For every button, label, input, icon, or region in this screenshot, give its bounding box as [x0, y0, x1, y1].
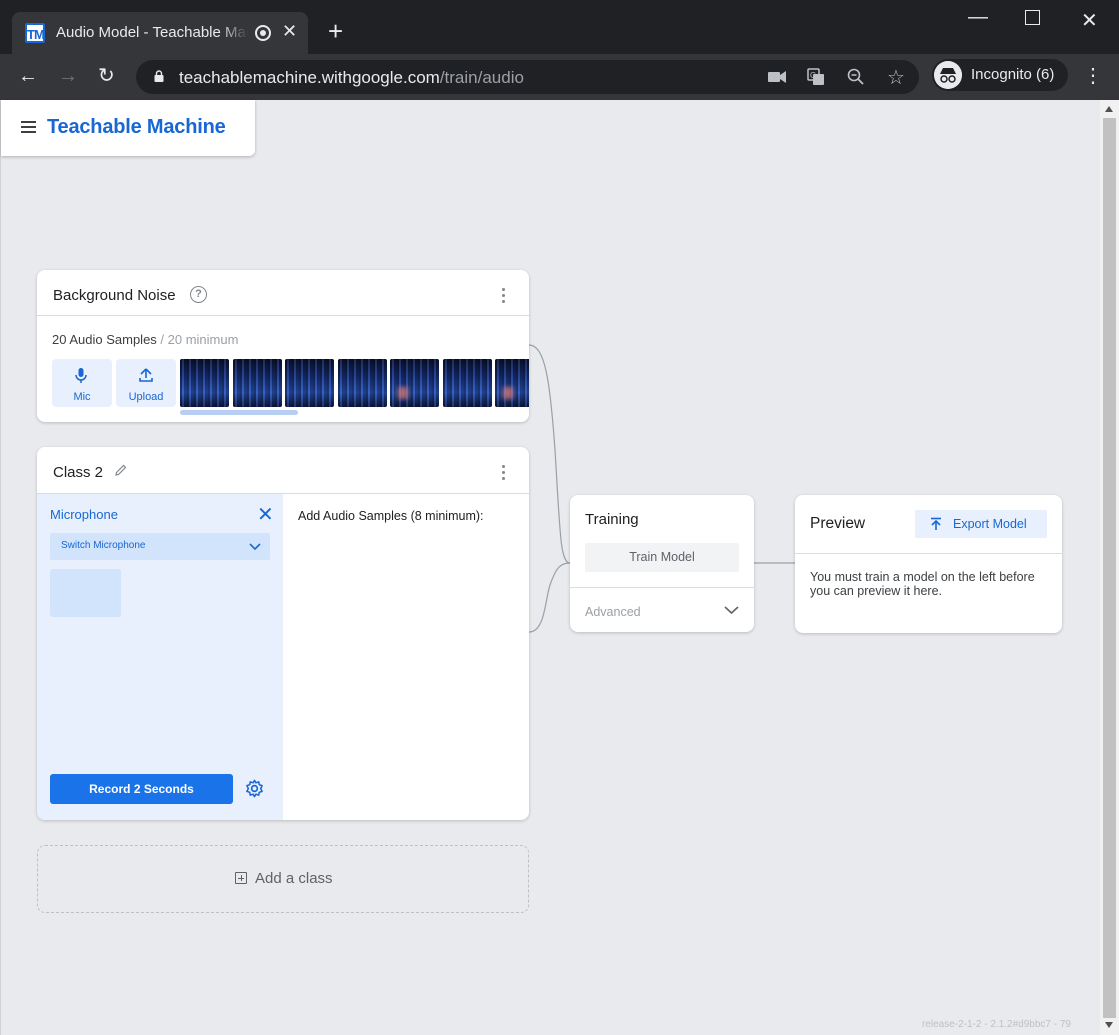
- sample-minimum: / 20 minimum: [156, 332, 239, 347]
- class-options-icon[interactable]: [502, 465, 506, 483]
- settings-gear-icon[interactable]: [245, 779, 264, 798]
- audio-sample-thumbnail[interactable]: [180, 359, 229, 407]
- add-class-button[interactable]: Add a class: [37, 845, 529, 913]
- sample-count-value: 20 Audio Samples: [52, 332, 157, 347]
- chevron-down-icon: [249, 543, 261, 551]
- microphone-icon: [75, 368, 87, 383]
- class-title[interactable]: Class 2: [53, 464, 103, 481]
- training-card: Training Train Model Advanced: [570, 495, 754, 632]
- microphone-panel-title: Microphone: [50, 507, 118, 522]
- record-button[interactable]: Record 2 Seconds: [50, 774, 233, 804]
- scroll-down-arrow-icon[interactable]: [1105, 1022, 1113, 1028]
- thumbnail-scrollbar[interactable]: [180, 410, 298, 415]
- train-model-button[interactable]: Train Model: [585, 543, 739, 572]
- add-class-label: Add a class: [255, 870, 333, 887]
- preview-message: You must train a model on the left befor…: [810, 570, 1035, 598]
- switch-microphone-select[interactable]: Switch Microphone: [50, 533, 270, 560]
- audio-sample-thumbnail[interactable]: [443, 359, 492, 407]
- release-version: release-2-1-2 - 2.1.2#d9bbc7 - 79: [922, 1019, 1071, 1030]
- audio-sample-thumbnail[interactable]: [390, 359, 439, 407]
- preview-card: Preview Export Model You must train a mo…: [795, 495, 1062, 633]
- upload-button[interactable]: Upload: [116, 359, 176, 407]
- background-noise-card: Background Noise ? 20 Audio Samples / 20…: [37, 270, 529, 422]
- vertical-scrollbar[interactable]: [1100, 100, 1119, 1035]
- training-title: Training: [585, 511, 639, 528]
- mic-button[interactable]: Mic: [52, 359, 112, 407]
- preview-title: Preview: [810, 515, 866, 532]
- add-samples-label: Add Audio Samples (8 minimum):: [298, 509, 484, 523]
- card-divider: [37, 315, 529, 316]
- card-divider: [570, 587, 754, 588]
- card-divider: [795, 553, 1062, 554]
- microphone-level-preview: [50, 569, 121, 617]
- microphone-panel: Microphone ✕ Switch Microphone Record 2 …: [37, 494, 283, 820]
- scrollbar-thumb[interactable]: [1103, 118, 1116, 1018]
- scroll-up-arrow-icon[interactable]: [1105, 106, 1113, 112]
- close-icon[interactable]: ✕: [257, 505, 274, 525]
- chevron-down-icon[interactable]: [724, 605, 739, 615]
- edit-pencil-icon[interactable]: [114, 463, 128, 477]
- sample-count: 20 Audio Samples / 20 minimum: [52, 332, 238, 347]
- brand-logo-text[interactable]: Teachable Machine: [47, 116, 226, 139]
- export-model-label: Export Model: [953, 517, 1027, 531]
- upload-icon: [139, 368, 153, 382]
- class-title: Background Noise: [53, 287, 176, 304]
- audio-sample-thumbnail[interactable]: [495, 359, 529, 407]
- audio-sample-thumbnail[interactable]: [338, 359, 387, 407]
- export-model-button[interactable]: Export Model: [915, 510, 1047, 538]
- class-options-icon[interactable]: [502, 288, 506, 306]
- help-icon[interactable]: ?: [190, 286, 207, 303]
- add-box-icon: [235, 872, 247, 884]
- class-2-card: Class 2 Microphone ✕ Switch Microphone R…: [37, 447, 529, 820]
- mic-button-label: Mic: [73, 391, 91, 403]
- audio-sample-thumbnail[interactable]: [285, 359, 334, 407]
- upload-button-label: Upload: [128, 391, 164, 403]
- export-upload-icon: [931, 517, 941, 530]
- advanced-toggle-label[interactable]: Advanced: [585, 605, 641, 619]
- audio-sample-thumbnail[interactable]: [233, 359, 282, 407]
- hamburger-menu-icon[interactable]: [21, 121, 36, 133]
- app-header: Teachable Machine: [1, 100, 255, 156]
- switch-microphone-label: Switch Microphone: [61, 540, 146, 551]
